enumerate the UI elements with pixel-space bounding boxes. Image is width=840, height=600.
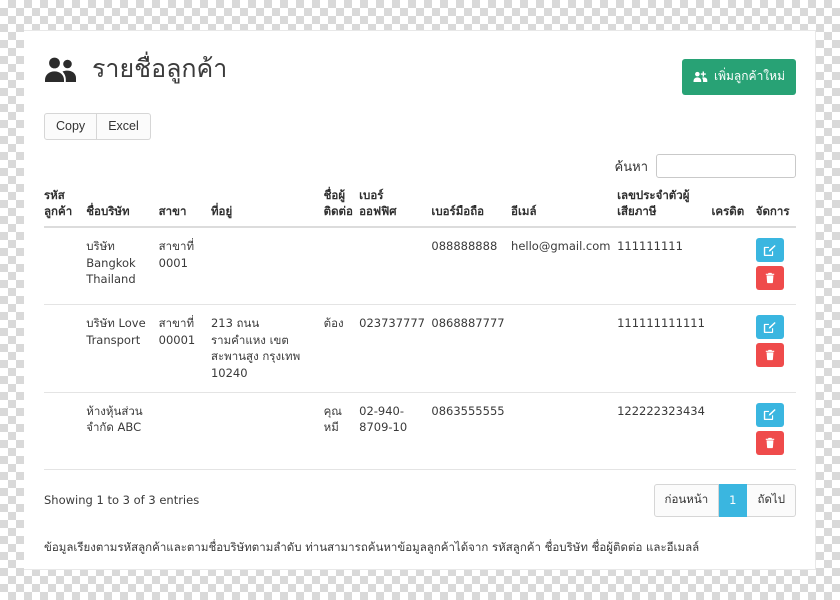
- col-header-mobile: เบอร์มือถือ: [431, 188, 512, 229]
- cell-taxid: 122222323434: [617, 392, 712, 470]
- cell-credit: [711, 392, 756, 470]
- col-header-line: รหัส: [44, 188, 65, 202]
- col-header-line: เบอร์มือถือ: [431, 203, 485, 218]
- col-header-line: จัดการ: [755, 203, 790, 218]
- export-toolbar: Copy Excel: [44, 113, 796, 140]
- delete-row-button[interactable]: [755, 430, 784, 455]
- col-header-line: เสียภาษี: [617, 203, 657, 218]
- col-header-line: เลขประจำตัวผู้: [617, 188, 690, 202]
- col-header-line: เบอร์: [359, 188, 384, 202]
- col-header-line: อีเมล์: [511, 203, 537, 218]
- cell-manage: [755, 227, 796, 306]
- col-header-manage: จัดการ: [755, 188, 796, 229]
- trash-icon: [764, 437, 776, 449]
- cell-email: [511, 304, 618, 393]
- cell-manage: [755, 392, 796, 470]
- cell-branch: [158, 392, 211, 470]
- customer-table-head: รหัส ลูกค้า ชื่อบริษัท สาขา ที่อยู่ ชื่อผ…: [44, 188, 796, 229]
- delete-row-button[interactable]: [755, 266, 784, 291]
- table-row: บริษัท Bangkok Thailand สาขาที่ 0001 08888…: [44, 227, 796, 306]
- edit-row-button[interactable]: [755, 402, 784, 427]
- page-title-group: รายชื่อลูกค้า: [44, 55, 227, 83]
- col-header-company: ชื่อบริษัท: [86, 188, 159, 229]
- search-input[interactable]: [656, 154, 796, 178]
- cell-code: [44, 392, 87, 470]
- cell-contact: [323, 227, 360, 306]
- showing-entries: Showing 1 to 3 of 3 entries: [44, 493, 200, 508]
- users-group-icon: [44, 55, 78, 83]
- cell-company: บริษัท Love Transport: [86, 304, 159, 393]
- cell-fax: 02-940-8709-10: [359, 392, 432, 470]
- col-header-line: ชื่อบริษัท: [86, 203, 130, 218]
- add-customer-button-label: เพิ่มลูกค้าใหม่: [714, 69, 785, 83]
- search-label: ค้นหา: [614, 159, 648, 175]
- trash-icon: [764, 349, 776, 361]
- customer-table: รหัส ลูกค้า ชื่อบริษัท สาขา ที่อยู่ ชื่อผ…: [44, 188, 796, 470]
- page-title: รายชื่อลูกค้า: [92, 54, 228, 84]
- col-header-line: ชื่อผู้: [323, 188, 346, 202]
- cell-fax: [359, 227, 432, 306]
- col-header-line: ออฟฟิศ: [359, 203, 397, 218]
- cell-address: [210, 392, 324, 470]
- cell-mobile: 0868887777: [431, 304, 512, 393]
- col-header-email: อีเมล์: [511, 188, 618, 229]
- cell-fax: 023737777: [359, 304, 432, 393]
- cell-credit: [711, 304, 756, 393]
- edit-row-button[interactable]: [755, 315, 784, 340]
- col-header-credit: เครดิต: [711, 188, 756, 229]
- pencil-square-icon: [763, 408, 776, 421]
- pagination-next[interactable]: ถัดไป: [747, 483, 796, 517]
- help-note: ข้อมูลเรียงตามรหัสลูกค้าและตามชื่อบริษัท…: [44, 539, 700, 554]
- cell-code: [44, 227, 87, 306]
- cell-mobile: 0863555555: [431, 392, 512, 470]
- copy-button[interactable]: Copy: [44, 113, 98, 140]
- page-header: รายชื่อลูกค้า เพิ่มลูกค้าใหม่: [44, 55, 796, 95]
- col-header-line: ติดต่อ: [323, 203, 353, 218]
- col-header-line: เครดิต: [711, 203, 745, 218]
- cell-taxid: 111111111: [617, 227, 712, 306]
- pencil-square-icon: [763, 244, 776, 257]
- col-header-code: รหัส ลูกค้า: [44, 188, 87, 229]
- table-row: บริษัท Love Transport สาขาที่ 00001 213 ถน…: [44, 304, 796, 393]
- table-row: ห้างหุ้นส่วน จำกัด ABC คุณ หมี 02-940-8709…: [44, 392, 796, 470]
- cell-company: ห้างหุ้นส่วน จำกัด ABC: [86, 392, 159, 470]
- customer-list-page: รายชื่อลูกค้า เพิ่มลูกค้าใหม่ Copy Excel: [24, 30, 816, 570]
- cell-email: hello@gmail.com: [511, 227, 618, 306]
- col-header-line: สาขา: [158, 203, 187, 218]
- col-header-branch: สาขา: [158, 188, 211, 229]
- excel-button[interactable]: Excel: [97, 113, 151, 140]
- col-header-fax: เบอร์ ออฟฟิศ: [359, 188, 432, 229]
- col-header-taxid: เลขประจำตัวผู้ เสียภาษี: [617, 188, 712, 229]
- pagination-prev[interactable]: ก่อนหน้า: [653, 483, 720, 517]
- cell-branch: สาขาที่ 0001: [158, 227, 211, 306]
- cell-branch: สาขาที่ 00001: [158, 304, 211, 393]
- pagination: ก่อนหน้า 1 ถัดไป: [653, 483, 796, 517]
- cell-mobile: 088888888: [431, 227, 512, 306]
- cell-address: 213 ถนน รามคำแหง เขตสะพานสูง กรุงเทพ 102…: [210, 304, 324, 393]
- cell-manage: [755, 304, 796, 393]
- cell-email: [511, 392, 618, 470]
- pagination-page-1[interactable]: 1: [719, 483, 748, 517]
- cell-credit: [711, 227, 756, 306]
- table-footer: Showing 1 to 3 of 3 entries ก่อนหน้า 1 ถัด…: [44, 483, 796, 517]
- delete-row-button[interactable]: [755, 343, 784, 368]
- cell-company: บริษัท Bangkok Thailand: [86, 227, 159, 306]
- search-row: ค้นหา: [44, 154, 796, 178]
- table-header-row: รหัส ลูกค้า ชื่อบริษัท สาขา ที่อยู่ ชื่อผ…: [44, 188, 796, 229]
- users-plus-icon: [693, 71, 708, 82]
- col-header-line: ลูกค้า: [44, 203, 73, 218]
- cell-address: [210, 227, 324, 306]
- customer-table-body: บริษัท Bangkok Thailand สาขาที่ 0001 08888…: [44, 227, 796, 470]
- col-header-contact: ชื่อผู้ ติดต่อ: [323, 188, 360, 229]
- edit-row-button[interactable]: [755, 238, 784, 263]
- add-customer-button[interactable]: เพิ่มลูกค้าใหม่: [682, 59, 796, 95]
- col-header-line: ที่อยู่: [210, 203, 233, 218]
- cell-contact: คุณ หมี: [323, 392, 360, 470]
- cell-code: [44, 304, 87, 393]
- pencil-square-icon: [763, 321, 776, 334]
- cell-taxid: 111111111111: [617, 304, 712, 393]
- trash-icon: [764, 272, 776, 284]
- cell-contact: ต้อง: [323, 304, 360, 393]
- col-header-address: ที่อยู่: [210, 188, 324, 229]
